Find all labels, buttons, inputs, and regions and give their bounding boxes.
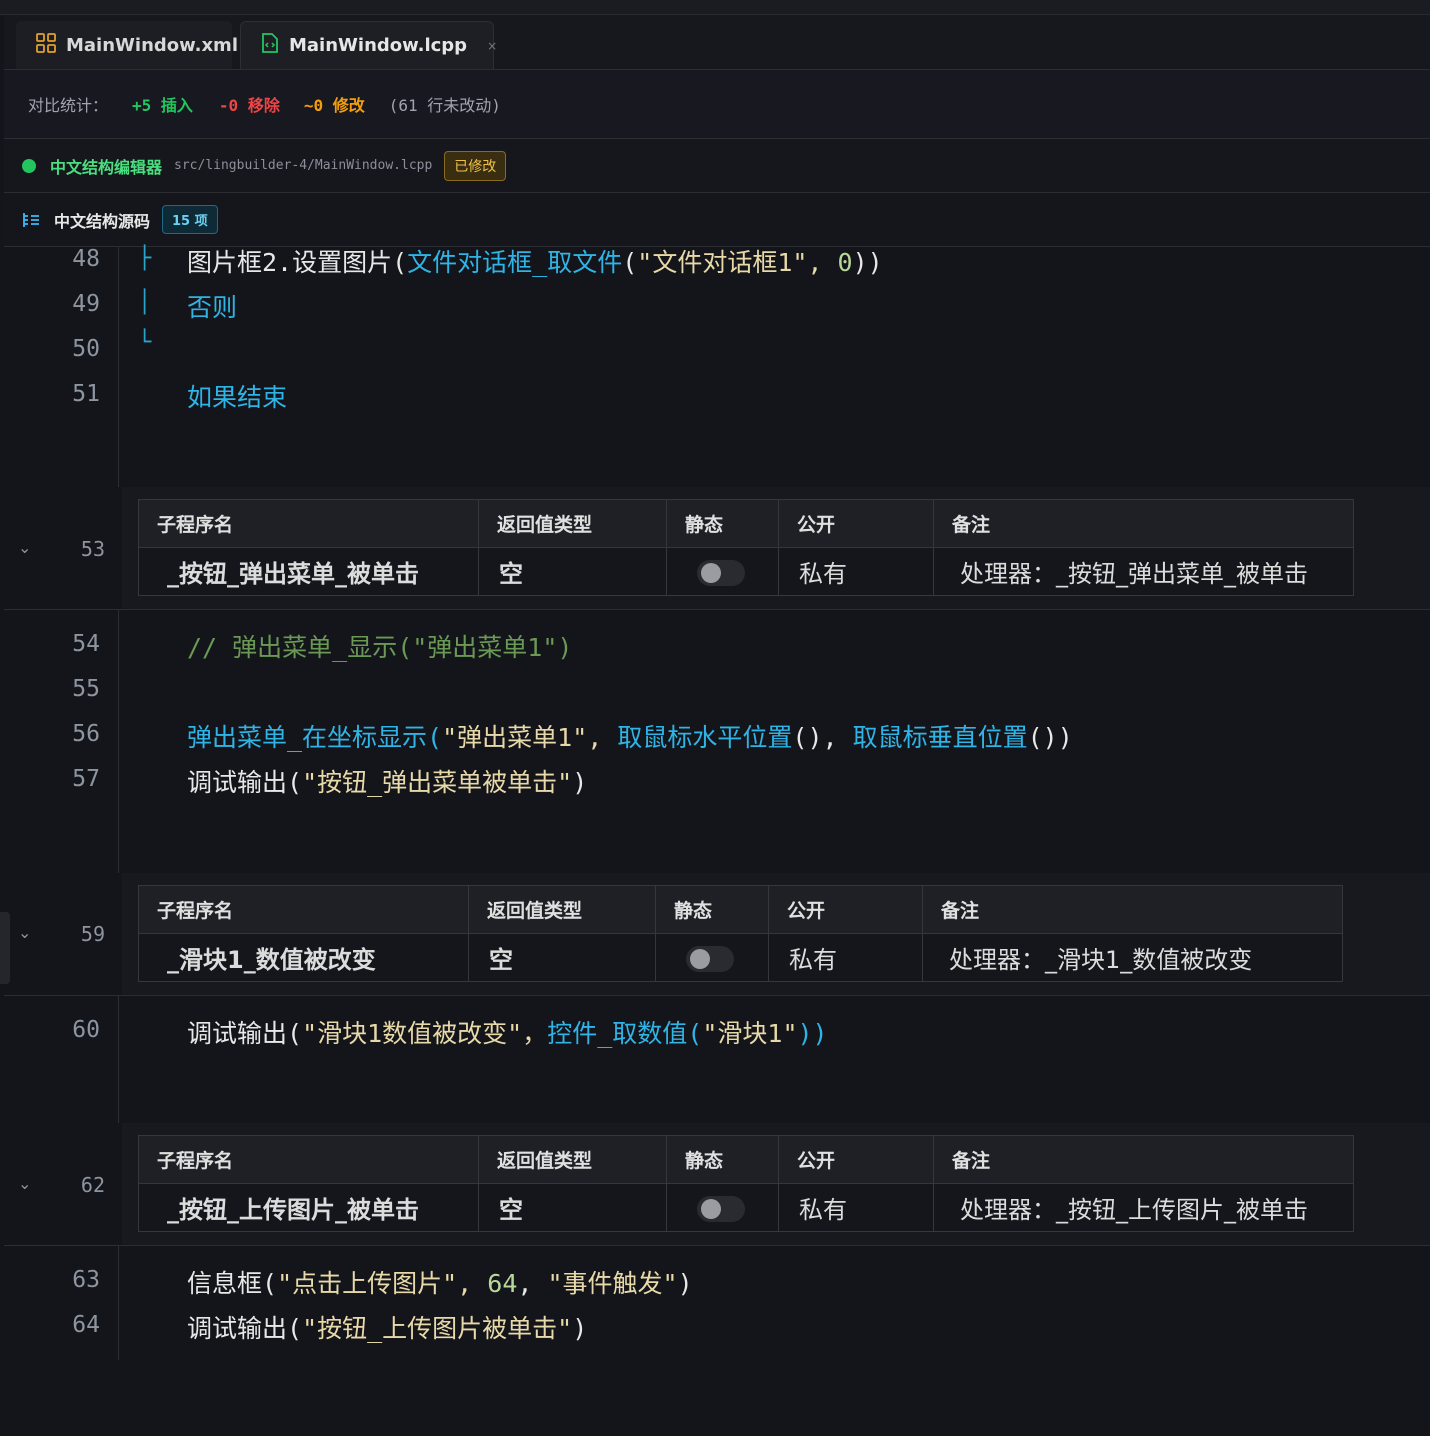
tab-mainwindow-lcpp[interactable]: MainWindow.lcpp × <box>240 21 497 69</box>
code-line-51[interactable]: 如果结束 <box>187 378 287 414</box>
line-number: 59 <box>80 922 105 946</box>
divider <box>4 1245 1430 1246</box>
line-number: 57 <box>72 766 100 792</box>
code-line-57[interactable]: 调试输出("按钮_弹出菜单被单击") <box>187 763 587 799</box>
tab-mainwindow-xml[interactable]: MainWindow.xml <box>16 21 238 69</box>
header-static: 静态 <box>666 499 779 548</box>
return-type[interactable]: 空 <box>478 1183 667 1232</box>
static-toggle-cell <box>666 547 779 596</box>
static-toggle[interactable] <box>686 945 734 972</box>
line-number: 53 <box>80 537 105 561</box>
subroutine-name[interactable]: _按钮_弹出菜单_被单击 <box>138 547 479 596</box>
header-name: 子程序名 <box>138 499 479 548</box>
item-count-badge: 15 项 <box>162 205 218 234</box>
toggle-knob <box>690 948 710 969</box>
code-line-49[interactable]: 否则 <box>187 288 237 324</box>
header-return-type: 返回值类型 <box>468 885 656 934</box>
line-number: 60 <box>72 1017 100 1043</box>
header-public: 公开 <box>778 1135 934 1184</box>
header-return-type: 返回值类型 <box>478 499 667 548</box>
code-line-63[interactable]: 信息框("点击上传图片", 64, "事件触发") <box>187 1264 693 1300</box>
subroutine-table: 子程序名 返回值类型 静态 公开 备注 _按钮_上传图片_被单击 空 私有 处理… <box>138 1135 1354 1232</box>
line-number: 63 <box>72 1267 100 1293</box>
line-number: 50 <box>72 336 100 362</box>
tree-guide: ├ <box>138 246 152 271</box>
tree-list-icon <box>22 211 40 229</box>
header-name: 子程序名 <box>138 885 469 934</box>
line-number: 62 <box>80 1173 105 1197</box>
code-line-56[interactable]: 弹出菜单_在坐标显示("弹出菜单1", 取鼠标水平位置(), 取鼠标垂直位置()… <box>187 718 1073 754</box>
toggle-knob <box>701 1198 721 1219</box>
header-public: 公开 <box>768 885 923 934</box>
static-toggle[interactable] <box>697 1195 745 1222</box>
public-value[interactable]: 私有 <box>778 547 934 596</box>
stats-insert: +5 插入 <box>132 96 193 115</box>
header-public: 公开 <box>778 499 934 548</box>
structure-header: 中文结构源码 15 项 <box>4 193 1430 247</box>
header-static: 静态 <box>666 1135 779 1184</box>
header-note: 备注 <box>922 885 1343 934</box>
return-type[interactable]: 空 <box>478 547 667 596</box>
code-line-60[interactable]: 调试输出("滑块1数值被改变"，控件_取数值("滑块1")) <box>187 1014 828 1050</box>
line-number: 51 <box>72 381 100 407</box>
stats-label: 对比统计： <box>28 96 109 115</box>
file-path: src/lingbuilder-4/MainWindow.lcpp <box>174 158 433 173</box>
static-toggle[interactable] <box>697 559 745 586</box>
note-value[interactable]: 处理器：_滑块1_数值被改变 <box>922 933 1343 982</box>
divider <box>4 609 1430 610</box>
toggle-knob <box>701 562 721 583</box>
line-number: 48 <box>72 246 100 272</box>
public-value[interactable]: 私有 <box>768 933 923 982</box>
grid-icon <box>36 32 56 58</box>
close-icon[interactable]: × <box>487 39 497 53</box>
subroutine-name[interactable]: _滑块1_数值被改变 <box>138 933 469 982</box>
static-toggle-cell <box>666 1183 779 1232</box>
line-number: 54 <box>72 631 100 657</box>
header-note: 备注 <box>933 499 1354 548</box>
static-toggle-cell <box>655 933 769 982</box>
tab-label: MainWindow.lcpp <box>289 35 468 56</box>
header-static: 静态 <box>655 885 769 934</box>
diff-stats-bar: 对比统计： +5 插入 -0 移除 ~0 修改 (61 行未改动) <box>4 70 1430 139</box>
subroutine-table: 子程序名 返回值类型 静态 公开 备注 _按钮_弹出菜单_被单击 空 私有 处理… <box>138 499 1354 596</box>
structure-title: 中文结构源码 <box>54 211 151 231</box>
window-top-strip <box>0 0 1430 15</box>
status-dot-icon <box>22 158 36 173</box>
subroutine-name[interactable]: _按钮_上传图片_被单击 <box>138 1183 479 1232</box>
line-number: 49 <box>72 291 100 317</box>
line-number: 64 <box>72 1312 100 1338</box>
code-file-icon <box>261 33 279 58</box>
stats-remove: -0 移除 <box>218 96 280 115</box>
stats-unchanged: (61 行未改动) <box>388 96 501 115</box>
code-line-54[interactable]: // 弹出菜单_显示("弹出菜单1") <box>187 628 572 664</box>
gutter-divider <box>118 1246 119 1360</box>
gutter-divider <box>118 996 119 1123</box>
gutter-divider <box>118 247 119 487</box>
line-number: 55 <box>72 676 100 702</box>
header-return-type: 返回值类型 <box>478 1135 667 1184</box>
divider <box>4 995 1430 996</box>
return-type[interactable]: 空 <box>468 933 656 982</box>
editor-title: 中文结构编辑器 <box>50 157 163 177</box>
stats-modify: ~0 修改 <box>303 96 365 115</box>
tree-guide: │ <box>138 290 152 315</box>
gutter-divider <box>118 610 119 873</box>
line-number: 56 <box>72 721 100 747</box>
code-line-48[interactable]: 图片框2.设置图片(文件对话框_取文件("文件对话框1", 0)) <box>187 243 883 279</box>
tab-label: MainWindow.xml <box>66 34 238 56</box>
note-value[interactable]: 处理器：_按钮_上传图片_被单击 <box>933 1183 1354 1232</box>
header-note: 备注 <box>933 1135 1354 1184</box>
public-value[interactable]: 私有 <box>778 1183 934 1232</box>
modified-badge: 已修改 <box>444 150 507 181</box>
tree-guide: └ <box>138 330 152 355</box>
header-name: 子程序名 <box>138 1135 479 1184</box>
code-line-64[interactable]: 调试输出("按钮_上传图片被单击") <box>187 1309 587 1345</box>
editor-header: 中文结构编辑器 src/lingbuilder-4/MainWindow.lcp… <box>4 139 1430 193</box>
note-value[interactable]: 处理器：_按钮_弹出菜单_被单击 <box>933 547 1354 596</box>
subroutine-table: 子程序名 返回值类型 静态 公开 备注 _滑块1_数值被改变 空 私有 处理器：… <box>138 885 1343 982</box>
tab-bar: MainWindow.xml MainWindow.lcpp × <box>4 15 1430 70</box>
